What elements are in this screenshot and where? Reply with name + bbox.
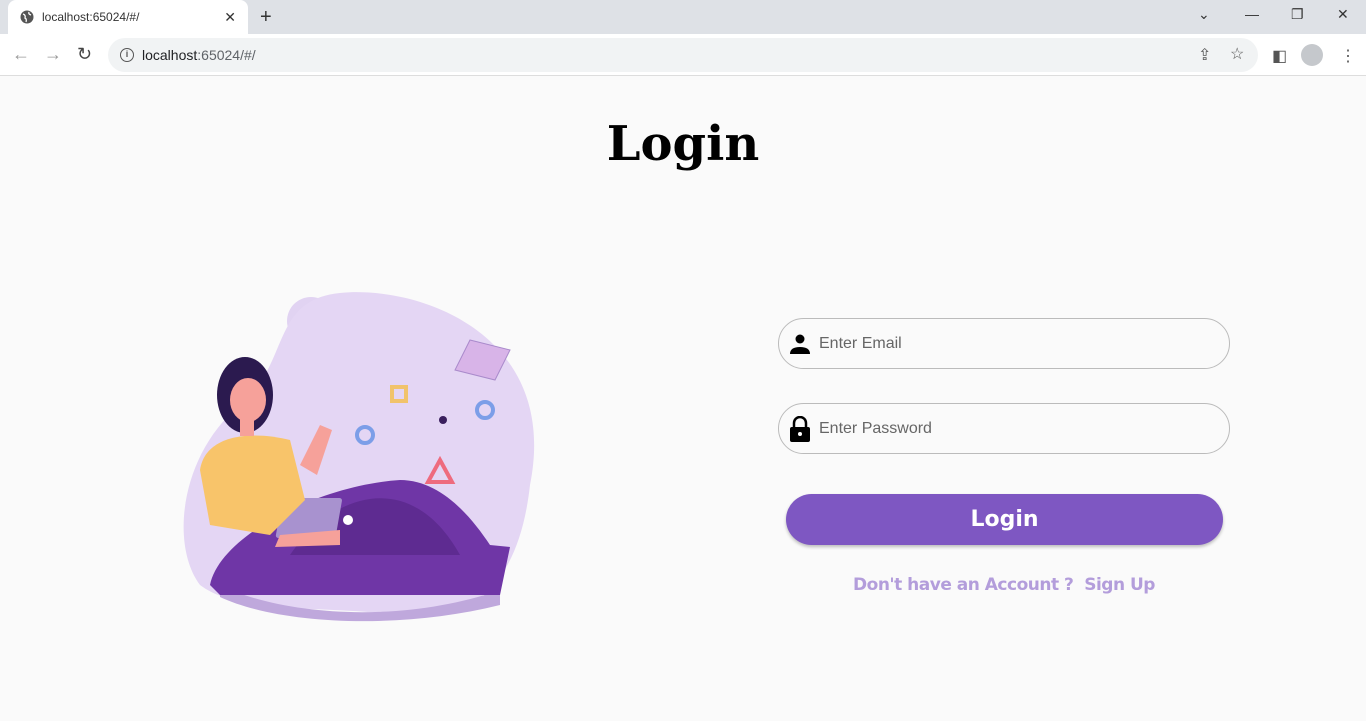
close-window-icon[interactable]: ✕ xyxy=(1337,6,1349,23)
signup-prompt: Don't have an Account ? Sign Up xyxy=(0,575,1366,595)
url-path: :65024/#/ xyxy=(197,47,256,63)
back-icon[interactable]: ← xyxy=(12,44,30,65)
new-tab-icon[interactable]: + xyxy=(260,6,272,29)
info-icon[interactable]: i xyxy=(120,48,134,62)
password-input[interactable] xyxy=(819,419,1199,438)
restore-icon[interactable]: ❐ xyxy=(1291,6,1304,23)
no-account-text: Don't have an Account ? xyxy=(853,575,1074,595)
url-host: localhost xyxy=(142,47,198,63)
login-button[interactable]: Login xyxy=(786,494,1223,545)
profile-avatar-icon[interactable] xyxy=(1301,44,1323,66)
login-illustration xyxy=(183,292,535,622)
reload-icon[interactable]: ↻ xyxy=(77,44,92,65)
minimize-icon[interactable]: — xyxy=(1245,6,1259,22)
tab-strip: localhost:65024/#/ ✕ + ⌄ — ❐ ✕ xyxy=(0,0,1366,34)
forward-icon[interactable]: → xyxy=(44,44,62,65)
person-icon xyxy=(790,334,810,354)
browser-tab[interactable]: localhost:65024/#/ ✕ xyxy=(8,0,248,34)
close-tab-icon[interactable]: ✕ xyxy=(224,9,236,26)
side-panel-icon[interactable]: ◧ xyxy=(1272,46,1287,66)
bookmark-star-icon[interactable]: ☆ xyxy=(1230,44,1244,64)
globe-icon xyxy=(20,10,34,24)
email-input[interactable] xyxy=(819,334,1199,353)
password-field[interactable] xyxy=(778,403,1230,454)
tab-search-icon[interactable]: ⌄ xyxy=(1198,6,1210,23)
browser-toolbar: ← → ↻ i localhost:65024/#/ ⇪ ☆ ◧ ⋮ xyxy=(0,34,1366,76)
page-title: Login xyxy=(606,116,760,172)
sign-up-link[interactable]: Sign Up xyxy=(1084,575,1155,595)
menu-icon[interactable]: ⋮ xyxy=(1340,46,1356,66)
share-icon[interactable]: ⇪ xyxy=(1198,45,1211,65)
address-bar[interactable]: i localhost:65024/#/ ⇪ ☆ xyxy=(108,38,1258,72)
tab-title: localhost:65024/#/ xyxy=(42,10,140,24)
lock-icon xyxy=(790,415,810,442)
email-field[interactable] xyxy=(778,318,1230,369)
